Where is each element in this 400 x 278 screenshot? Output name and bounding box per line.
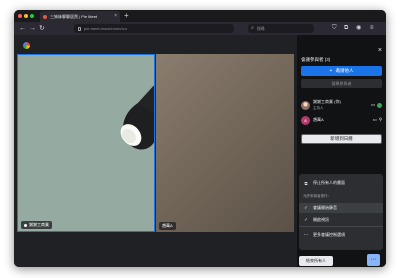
close-window-button[interactable] xyxy=(18,14,22,18)
minimize-window-button[interactable] xyxy=(24,14,28,18)
more-controls-menu-item[interactable]: ⋯ 更多會議控制選項 xyxy=(299,230,383,240)
participant-row[interactable]: 謝謝工商業 (你) 主持人 ▭ xyxy=(301,99,382,111)
tab-title: 三姊妹聊聊居然 | Pie Meet xyxy=(50,13,98,19)
app-logo xyxy=(23,42,30,49)
check-icon: ✓ xyxy=(304,205,308,210)
profile-icon[interactable]: ◉ xyxy=(356,24,361,33)
participant-row[interactable]: A 趙萬A ▭ ⚲ xyxy=(301,114,382,126)
avatar: A xyxy=(301,115,310,125)
screen-share-icon: ⧉ xyxy=(304,180,308,186)
search-people-input[interactable]: 搜尋參與者 xyxy=(301,79,382,88)
mute-on-start-menu-item[interactable]: ✓ 會議開始靜音 xyxy=(299,203,383,213)
browser-window: 三姊妹聊聊居然 | Pie Meet × + ← → ↻ pie-meet.mo… xyxy=(14,10,386,267)
tile-name: 謝謝工商業 xyxy=(29,222,49,227)
panel-title: 會議參與者 (3) xyxy=(301,57,331,62)
camera-icon[interactable]: ▭ xyxy=(371,102,375,108)
lamp-image xyxy=(120,85,154,150)
menu-item-label: 更多會議控制選項 xyxy=(313,232,345,237)
microphone-icon[interactable]: ⚲ xyxy=(379,117,382,123)
maximize-window-button[interactable] xyxy=(30,14,34,18)
forward-icon[interactable]: → xyxy=(29,24,36,33)
url-bar[interactable]: pie-meet.mock/room/•••• xyxy=(74,24,234,33)
browser-tab[interactable]: 三姊妹聊聊居然 | Pie Meet × xyxy=(40,11,120,22)
video-tile-remote[interactable]: 趙萬A xyxy=(156,54,294,232)
microphone-icon xyxy=(24,223,27,227)
search-bar[interactable]: ⌕ 搜尋 xyxy=(248,24,314,33)
lock-icon xyxy=(78,26,81,31)
participant-role: 主持人 xyxy=(313,106,324,110)
tab-close-icon[interactable]: × xyxy=(114,14,117,19)
back-icon[interactable]: ← xyxy=(19,24,26,33)
enable-video-menu-item[interactable]: ✓ 開啟視訊 xyxy=(299,215,383,225)
video-tile-self[interactable]: 謝謝工商業 xyxy=(17,54,155,232)
add-people-button[interactable]: + 邀請他人 xyxy=(301,66,382,76)
participant-info: 謝謝工商業 (你) 主持人 xyxy=(313,99,369,111)
meeting-app: 謝謝工商業 趙萬A × 會議參與者 (3) + 邀請他人 搜尋參與者 謝謝工商業… xyxy=(14,35,386,267)
close-panel-icon[interactable]: × xyxy=(378,47,382,54)
stop-sharing-menu-item[interactable]: ⧉ 停止所有人的畫面 xyxy=(299,178,383,188)
search-icon: ⌕ xyxy=(251,25,254,31)
reload-icon[interactable]: ↻ xyxy=(39,24,45,33)
menu-item-label: 開啟視訊 xyxy=(313,217,329,222)
extensions-icon[interactable]: ⧉ xyxy=(344,24,348,33)
people-panel: × 會議參與者 (3) + 邀請他人 搜尋參與者 謝謝工商業 (你) 主持人 ▭… xyxy=(297,35,386,267)
avatar xyxy=(301,100,310,110)
end-for-everyone-button[interactable]: 結束所有人 xyxy=(299,256,333,266)
participant-name: 趙萬A xyxy=(313,117,324,122)
search-placeholder: 搜尋 xyxy=(256,25,265,31)
menu-icon[interactable]: ≡ xyxy=(370,24,374,33)
menu-item-label: 停止所有人的畫面 xyxy=(313,180,345,185)
tab-strip: 三姊妹聊聊居然 | Pie Meet × + xyxy=(14,10,386,22)
favicon-icon xyxy=(43,14,47,19)
more-options-button[interactable]: ⋯ xyxy=(367,254,380,266)
participant-name-label: 謝謝工商業 xyxy=(21,221,52,229)
new-tab-button[interactable]: + xyxy=(124,11,129,21)
participant-info: 趙萬A xyxy=(313,117,370,123)
participant-name: 謝謝工商業 (你) xyxy=(313,99,341,104)
tile-name: 趙萬A xyxy=(162,223,173,228)
menu-item-label: 會議開始靜音 xyxy=(313,205,337,210)
check-icon: ✓ xyxy=(304,217,308,222)
shield-icon[interactable]: ⛉ xyxy=(332,24,337,33)
participant-name-label: 趙萬A xyxy=(159,222,176,230)
add-people-label: 邀請他人 xyxy=(335,68,354,73)
camera-icon[interactable]: ▭ xyxy=(372,117,376,123)
menu-heading: 允許參與者操作： xyxy=(303,194,331,198)
add-to-calendar-button[interactable]: 新增到日曆 xyxy=(301,134,382,144)
navigation-bar: ← → ↻ pie-meet.mock/room/•••• ⌕ 搜尋 ⛉ ⧉ ◉… xyxy=(14,22,386,35)
host-controls-menu: ⧉ 停止所有人的畫面 允許參與者操作： ✓ 會議開始靜音 ✓ 開啟視訊 ⋯ 更多… xyxy=(299,174,383,250)
more-icon: ⋯ xyxy=(303,232,309,237)
menu-divider xyxy=(299,226,383,227)
url-text: pie-meet.mock/room/•••• xyxy=(84,26,128,31)
add-person-icon: + xyxy=(329,67,333,74)
active-mic-icon[interactable] xyxy=(377,102,382,108)
